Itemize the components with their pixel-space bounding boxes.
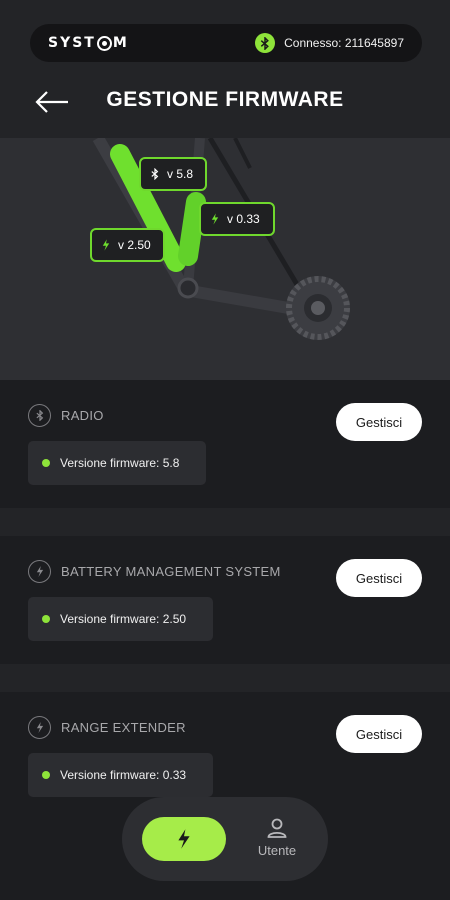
logo-mark-icon xyxy=(96,35,112,51)
radio-version-tag: v 5.8 xyxy=(139,157,207,191)
nav-user-label: Utente xyxy=(257,843,297,858)
bike-frame-image xyxy=(92,138,350,340)
manage-radio-button[interactable]: Gestisci xyxy=(336,403,422,441)
bolt-icon xyxy=(28,716,51,739)
connection-status: Connesso: 211645897 xyxy=(255,33,404,53)
status-dot xyxy=(42,771,50,779)
module-name: RADIO xyxy=(61,408,104,423)
firmware-version: Versione firmware: 0.33 xyxy=(60,768,187,782)
bolt-icon xyxy=(178,829,190,849)
radio-version-label: v 5.8 xyxy=(167,167,194,181)
module-header: RADIO xyxy=(28,404,104,427)
firmware-version: Versione firmware: 2.50 xyxy=(60,612,187,626)
module-card-bms: BATTERY MANAGEMENT SYSTEM Versione firmw… xyxy=(0,536,450,664)
page-header: GESTIONE FIRMWARE xyxy=(0,62,450,138)
extender-version-label: v 0.33 xyxy=(227,212,260,226)
bluetooth-icon xyxy=(255,33,276,53)
arrow-left-icon[interactable] xyxy=(34,90,70,114)
module-header: RANGE EXTENDER xyxy=(28,716,186,739)
module-name: RANGE EXTENDER xyxy=(61,720,186,735)
firmware-version-box: Versione firmware: 2.50 xyxy=(28,597,213,641)
manage-bms-button[interactable]: Gestisci xyxy=(336,559,422,597)
nav-user-tab[interactable]: Utente xyxy=(252,817,302,865)
manage-range-extender-button[interactable]: Gestisci xyxy=(336,715,422,753)
module-header: BATTERY MANAGEMENT SYSTEM xyxy=(28,560,281,583)
status-dot xyxy=(42,615,50,623)
status-dot xyxy=(42,459,50,467)
user-icon xyxy=(267,818,287,838)
bottom-navigation: Utente xyxy=(122,797,328,881)
firmware-version-box: Versione firmware: 0.33 xyxy=(28,753,213,797)
bluetooth-icon xyxy=(28,404,51,427)
bolt-icon xyxy=(28,560,51,583)
nav-firmware-tab[interactable] xyxy=(142,817,226,861)
bolt-icon xyxy=(102,239,110,251)
module-card-radio: RADIO Versione firmware: 5.8 Gestisci xyxy=(0,380,450,508)
bolt-icon xyxy=(211,213,219,225)
firmware-version: Versione firmware: 5.8 xyxy=(60,456,180,470)
module-name: BATTERY MANAGEMENT SYSTEM xyxy=(61,564,281,579)
brand-logo: SYST M xyxy=(48,35,129,51)
connection-text: Connesso: 211645897 xyxy=(284,36,404,50)
battery-version-tag: v 2.50 xyxy=(90,228,165,262)
bike-illustration: v 5.8 v 0.33 v 2.50 xyxy=(0,138,450,380)
firmware-version-box: Versione firmware: 5.8 xyxy=(28,441,206,485)
status-bar: SYST M Connesso: 211645897 xyxy=(30,24,422,62)
bluetooth-icon xyxy=(151,168,159,180)
extender-version-tag: v 0.33 xyxy=(199,202,275,236)
battery-version-label: v 2.50 xyxy=(118,238,151,252)
